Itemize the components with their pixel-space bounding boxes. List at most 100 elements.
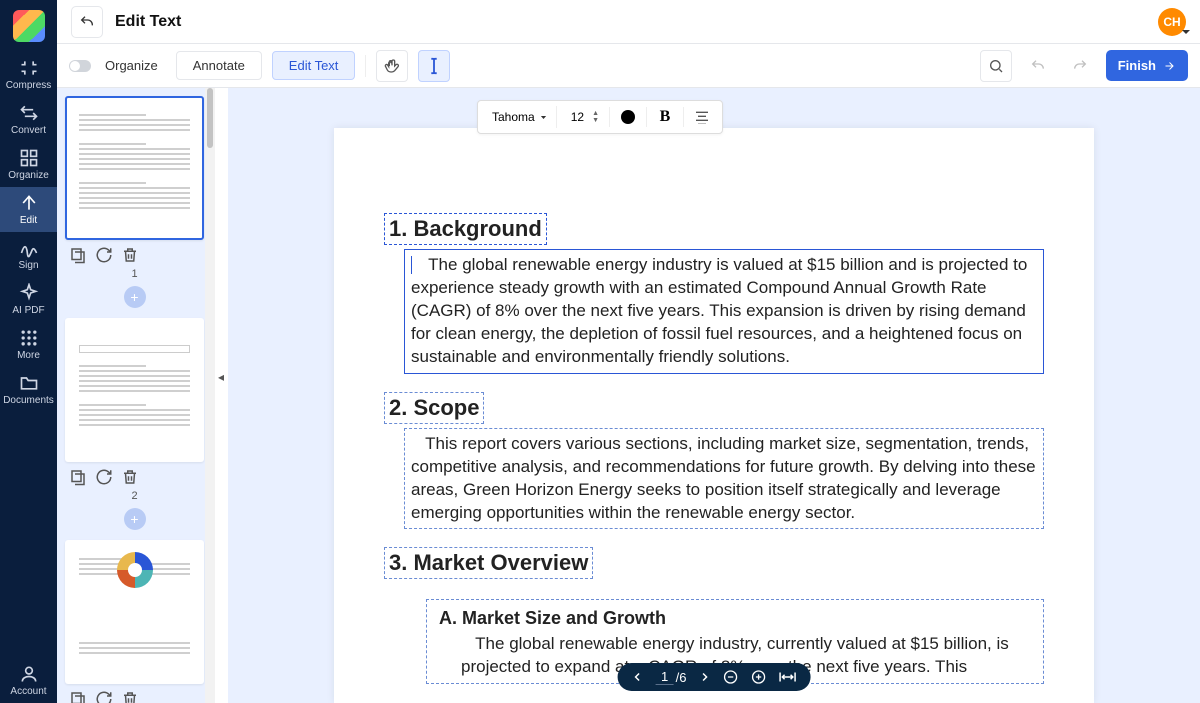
rail-more[interactable]: More	[0, 322, 57, 367]
arrow-right-icon	[1162, 60, 1176, 72]
search-button[interactable]	[980, 50, 1012, 82]
rail-compress-label: Compress	[6, 80, 52, 91]
search-icon	[988, 58, 1004, 74]
folder-icon	[19, 373, 39, 393]
rail-edit-label: Edit	[20, 215, 37, 226]
organize-toggle[interactable]	[69, 60, 91, 72]
thumbnail-page-2[interactable]	[65, 318, 204, 462]
paragraph-scope[interactable]: This report covers various sections, inc…	[404, 428, 1044, 530]
text-cursor-tool-button[interactable]	[418, 50, 450, 82]
add-page-button-1[interactable]: +	[124, 286, 146, 308]
edit-text-button[interactable]: Edit Text	[272, 51, 356, 80]
more-apps-icon	[19, 328, 39, 348]
font-select[interactable]: Tahoma	[484, 106, 557, 128]
rail-sign[interactable]: Sign	[0, 232, 57, 277]
annotate-button[interactable]: Annotate	[176, 51, 262, 80]
color-swatch-icon	[621, 110, 635, 124]
total-pages: /6	[676, 670, 687, 685]
convert-icon	[19, 103, 39, 123]
delete-page-button[interactable]	[121, 690, 139, 703]
rail-documents-label: Documents	[3, 395, 54, 406]
font-size-value: 12	[565, 110, 590, 124]
zoom-out-button[interactable]	[722, 669, 738, 685]
align-button[interactable]	[688, 104, 716, 130]
pan-tool-button[interactable]	[376, 50, 408, 82]
text-format-bar: Tahoma 12 ▲ ▼ B	[477, 100, 723, 134]
rotate-page-button[interactable]	[95, 246, 113, 264]
document-page[interactable]: 1. Background The global renewable energ…	[334, 128, 1094, 703]
sparkle-icon	[19, 283, 39, 303]
back-button[interactable]	[71, 6, 103, 38]
chevron-left-icon	[632, 671, 644, 683]
thumbnail-number: 1	[65, 268, 204, 280]
heading-background[interactable]: 1. Background	[384, 213, 547, 245]
redo-button[interactable]	[1064, 50, 1096, 82]
next-page-button[interactable]	[698, 671, 710, 683]
thumbnail-scrollbar[interactable]	[205, 88, 215, 703]
grid-icon	[19, 148, 39, 168]
undo-icon	[1030, 58, 1046, 74]
user-avatar[interactable]: CH	[1158, 8, 1186, 36]
rail-more-label: More	[17, 350, 40, 361]
rail-aipdf[interactable]: AI PDF	[0, 277, 57, 322]
rail-edit[interactable]: Edit	[0, 187, 57, 232]
current-page-input[interactable]	[656, 669, 674, 685]
finish-button-label: Finish	[1118, 58, 1156, 73]
zoom-in-icon	[750, 669, 766, 685]
redo-icon	[1072, 58, 1088, 74]
app-logo	[13, 10, 45, 42]
undo-button[interactable]	[1022, 50, 1054, 82]
rail-organize-label: Organize	[8, 170, 49, 181]
navigation-rail: Compress Convert Organize Edit Sign AI P…	[0, 0, 57, 703]
toolbar: Organize Annotate Edit Text Finish	[57, 44, 1200, 88]
prev-page-button[interactable]	[632, 671, 644, 683]
document-canvas: 1. Background The global renewable energ…	[228, 88, 1200, 703]
collapse-panel-button[interactable]: ◂	[218, 370, 224, 384]
page-nav-bar: /6	[618, 663, 811, 691]
text-cursor-icon	[427, 57, 441, 75]
rail-account[interactable]: Account	[0, 658, 57, 703]
rail-organize[interactable]: Organize	[0, 142, 57, 187]
zoom-out-icon	[722, 669, 738, 685]
heading-scope[interactable]: 2. Scope	[384, 392, 484, 424]
extract-page-button[interactable]	[69, 246, 87, 264]
finish-button[interactable]: Finish	[1106, 50, 1188, 81]
rail-sign-label: Sign	[18, 260, 38, 271]
font-select-value: Tahoma	[492, 110, 535, 124]
rail-documents[interactable]: Documents	[0, 367, 57, 412]
fit-width-icon	[778, 670, 796, 684]
sign-icon	[19, 238, 39, 258]
thumbnail-number: 2	[65, 490, 204, 502]
thumbnail-page-1[interactable]	[65, 96, 204, 240]
chevron-down-icon	[539, 113, 548, 122]
zoom-in-button[interactable]	[750, 669, 766, 685]
font-size-control[interactable]: 12 ▲ ▼	[559, 110, 605, 124]
chevron-right-icon	[698, 671, 710, 683]
paragraph-scope-text: This report covers various sections, inc…	[411, 434, 1036, 522]
hand-icon	[384, 58, 400, 74]
paragraph-background-text: The global renewable energy industry is …	[411, 255, 1027, 366]
rail-compress[interactable]: Compress	[0, 52, 57, 97]
bold-button[interactable]: B	[651, 104, 679, 130]
size-up-button[interactable]: ▲	[592, 110, 599, 117]
add-page-button-2[interactable]: +	[124, 508, 146, 530]
thumbnail-panel: 1 + 2 + 3 +	[57, 88, 212, 703]
delete-page-button[interactable]	[121, 468, 139, 486]
delete-page-button[interactable]	[121, 246, 139, 264]
edit-icon	[19, 193, 39, 213]
subheading-market-size[interactable]: A. Market Size and Growth	[433, 604, 1037, 629]
rotate-page-button[interactable]	[95, 468, 113, 486]
text-color-button[interactable]	[614, 104, 642, 130]
top-header: Edit Text CH	[57, 0, 1200, 44]
paragraph-background[interactable]: The global renewable energy industry is …	[404, 249, 1044, 374]
user-icon	[19, 664, 39, 684]
organize-toggle-label: Organize	[105, 58, 158, 73]
thumbnail-page-3[interactable]	[65, 540, 204, 684]
rotate-page-button[interactable]	[95, 690, 113, 703]
rail-convert[interactable]: Convert	[0, 97, 57, 142]
fit-width-button[interactable]	[778, 670, 796, 684]
heading-market-overview[interactable]: 3. Market Overview	[384, 547, 593, 579]
extract-page-button[interactable]	[69, 690, 87, 703]
size-down-button[interactable]: ▼	[592, 117, 599, 124]
extract-page-button[interactable]	[69, 468, 87, 486]
